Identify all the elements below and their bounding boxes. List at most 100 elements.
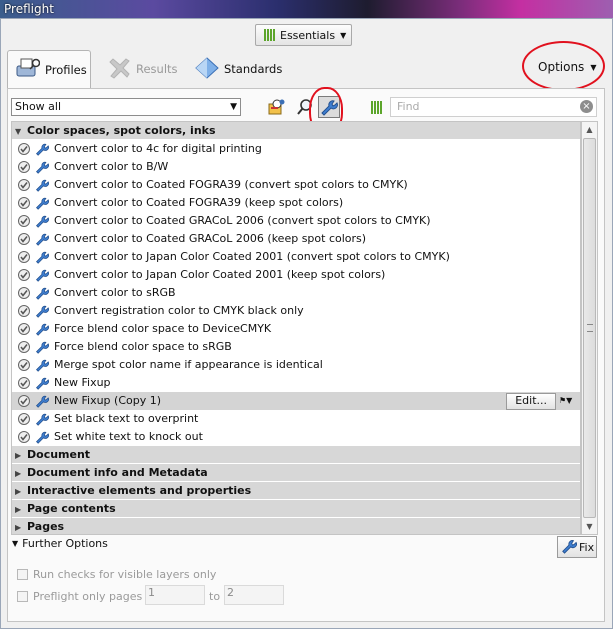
fixup-row[interactable]: Convert color to Coated FOGRA39 (convert… bbox=[12, 176, 580, 194]
fixup-label: New Fixup bbox=[54, 376, 111, 389]
fixup-row[interactable]: Merge spot color name if appearance is i… bbox=[12, 356, 580, 374]
wrench-icon bbox=[34, 231, 50, 247]
fixup-row[interactable]: Convert color to sRGB bbox=[12, 284, 580, 302]
wrench-icon bbox=[34, 339, 50, 355]
tab-results[interactable]: Results bbox=[99, 50, 189, 88]
tree-group-label: Page contents bbox=[27, 502, 116, 515]
page-to-field[interactable]: 2 bbox=[224, 585, 284, 605]
tab-results-label: Results bbox=[136, 62, 178, 76]
wrench-icon bbox=[34, 213, 50, 229]
fixup-row[interactable]: Convert color to Coated GRACoL 2006 (con… bbox=[12, 212, 580, 230]
title-bar: Preflight bbox=[0, 0, 613, 18]
collapsed-triangle-icon[interactable]: ▶ bbox=[15, 465, 27, 483]
fixup-row[interactable]: Convert color to Coated FOGRA39 (keep sp… bbox=[12, 194, 580, 212]
checkmark-icon bbox=[16, 267, 32, 283]
show-filter-select[interactable]: Show all ▼ bbox=[11, 98, 241, 116]
options-label: Options bbox=[538, 60, 585, 74]
wrench-icon bbox=[34, 285, 50, 301]
checkmark-icon bbox=[16, 159, 32, 175]
tree-group[interactable]: ▶ Interactive elements and properties bbox=[12, 482, 580, 500]
checkmark-icon bbox=[16, 195, 32, 211]
fixup-row[interactable]: Convert color to Japan Color Coated 2001… bbox=[12, 266, 580, 284]
fix-button[interactable]: Fix bbox=[557, 536, 597, 558]
checkmark-icon bbox=[16, 375, 32, 391]
fixup-label: Convert color to Coated GRACoL 2006 (kee… bbox=[54, 232, 367, 245]
wrench-icon bbox=[34, 141, 50, 157]
clear-icon[interactable]: × bbox=[580, 100, 593, 113]
fixup-row[interactable]: New Fixup (Copy 1) Edit... ⚑▼ bbox=[12, 392, 580, 410]
chevron-down-icon: ▼ bbox=[340, 30, 347, 40]
panel-toolbar: Show all ▼ Find × bbox=[11, 96, 601, 118]
tree-group[interactable]: ▶ Document bbox=[12, 446, 580, 464]
fixup-row[interactable]: Force blend color space to sRGB bbox=[12, 338, 580, 356]
run-checks-option[interactable]: Run checks for visible layers only bbox=[17, 568, 216, 581]
tree-group-label: Document bbox=[27, 448, 91, 461]
preflight-pages-checkbox[interactable] bbox=[17, 591, 28, 602]
collapsed-triangle-icon[interactable]: ▶ bbox=[15, 483, 27, 501]
profiles-filter-icon[interactable] bbox=[266, 96, 288, 118]
fixup-row[interactable]: Convert color to Coated GRACoL 2006 (kee… bbox=[12, 230, 580, 248]
tree-group-label: Document info and Metadata bbox=[27, 466, 208, 479]
checkmark-icon bbox=[16, 429, 32, 445]
essentials-button[interactable]: Essentials ▼ bbox=[255, 24, 352, 46]
checks-filter-icon[interactable] bbox=[294, 96, 316, 118]
preflight-pages-option[interactable]: Preflight only pages bbox=[17, 590, 142, 603]
fixup-label: Force blend color space to sRGB bbox=[54, 340, 232, 353]
results-icon bbox=[107, 57, 131, 82]
checkmark-icon bbox=[16, 141, 32, 157]
run-checks-checkbox[interactable] bbox=[17, 569, 28, 580]
chevron-down-icon: ▼ bbox=[230, 102, 237, 112]
tree-group-label: Pages bbox=[27, 520, 65, 533]
checkmark-icon bbox=[16, 249, 32, 265]
tree-group-label: Color spaces, spot colors, inks bbox=[27, 124, 216, 137]
edit-button[interactable]: Edit... bbox=[506, 393, 556, 410]
to-label: to bbox=[209, 590, 221, 603]
wrench-icon bbox=[34, 429, 50, 445]
vertical-scrollbar[interactable]: ▲ ▼ bbox=[581, 121, 598, 535]
wrench-icon bbox=[34, 267, 50, 283]
fixup-row[interactable]: Convert color to B/W bbox=[12, 158, 580, 176]
fixup-row[interactable]: Set black text to overprint bbox=[12, 410, 580, 428]
fixup-label: Convert color to Japan Color Coated 2001… bbox=[54, 250, 450, 263]
tab-standards[interactable]: Standards bbox=[187, 50, 287, 88]
preflight-pages-label: Preflight only pages bbox=[33, 590, 143, 603]
wrench-icon bbox=[34, 321, 50, 337]
wrench-icon bbox=[34, 411, 50, 427]
collapsed-triangle-icon[interactable]: ▶ bbox=[15, 519, 27, 534]
tree-group[interactable]: ▶ Pages bbox=[12, 518, 580, 534]
chevron-down-icon: ▼ bbox=[590, 62, 597, 72]
fixup-row[interactable]: Convert color to Japan Color Coated 2001… bbox=[12, 248, 580, 266]
flag-menu-icon[interactable]: ⚑▼ bbox=[559, 393, 577, 408]
fixups-filter-icon[interactable] bbox=[318, 96, 340, 118]
scroll-down-icon[interactable]: ▼ bbox=[582, 519, 597, 534]
run-checks-label: Run checks for visible layers only bbox=[33, 568, 217, 581]
fixup-row[interactable]: New Fixup bbox=[12, 374, 580, 392]
find-input[interactable]: Find × bbox=[390, 97, 597, 117]
wrench-icon bbox=[34, 195, 50, 211]
fixup-row[interactable]: Set white text to knock out bbox=[12, 428, 580, 446]
expanded-triangle-icon[interactable]: ▼ bbox=[15, 123, 27, 141]
checkmark-icon bbox=[16, 357, 32, 373]
fixup-label: Convert color to 4c for digital printing bbox=[54, 142, 262, 155]
fixup-row[interactable]: Convert registration color to CMYK black… bbox=[12, 302, 580, 320]
further-options-toggle[interactable]: ▼ Further Options bbox=[12, 537, 108, 550]
scroll-thumb[interactable] bbox=[583, 138, 596, 518]
tree-group[interactable]: ▶ Document info and Metadata bbox=[12, 464, 580, 482]
checkmark-icon bbox=[16, 285, 32, 301]
fixup-label: New Fixup (Copy 1) bbox=[54, 394, 162, 407]
tree-group[interactable]: ▼ Color spaces, spot colors, inks bbox=[12, 122, 580, 140]
collapsed-triangle-icon[interactable]: ▶ bbox=[15, 447, 27, 465]
scroll-up-icon[interactable]: ▲ bbox=[582, 122, 597, 137]
fixup-label: Convert registration color to CMYK black… bbox=[54, 304, 304, 317]
page-from-field[interactable]: 1 bbox=[145, 585, 205, 605]
bar-chart-icon[interactable] bbox=[365, 96, 387, 118]
fixup-row[interactable]: Force blend color space to DeviceCMYK bbox=[12, 320, 580, 338]
checkmark-icon bbox=[16, 393, 32, 409]
options-menu-button[interactable]: Options ▼ bbox=[524, 52, 604, 82]
collapsed-triangle-icon[interactable]: ▶ bbox=[15, 501, 27, 519]
fixup-label: Set white text to knock out bbox=[54, 430, 203, 443]
fixup-row[interactable]: Convert color to 4c for digital printing bbox=[12, 140, 580, 158]
tree-group[interactable]: ▶ Page contents bbox=[12, 500, 580, 518]
tab-profiles[interactable]: Profiles bbox=[7, 50, 91, 88]
show-filter-value: Show all bbox=[15, 100, 62, 113]
